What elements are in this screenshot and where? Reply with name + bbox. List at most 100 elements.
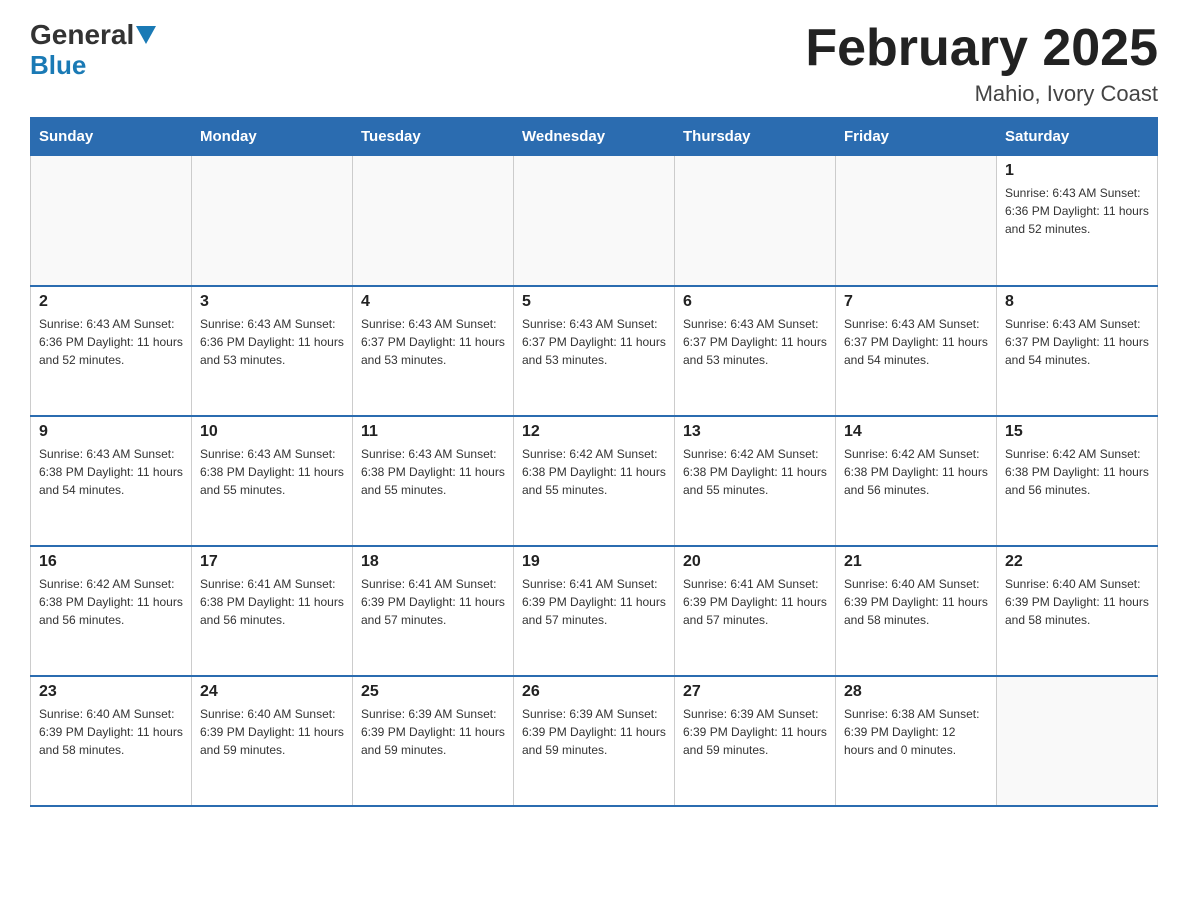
table-row: 15 Sunrise: 6:42 AM Sunset: 6:38 PM Dayli… — [997, 416, 1158, 546]
day-number: 22 — [1005, 553, 1149, 571]
col-sunday: Sunday — [31, 118, 192, 156]
day-number: 13 — [683, 423, 827, 441]
table-row — [997, 676, 1158, 806]
col-tuesday: Tuesday — [353, 118, 514, 156]
table-row: 18 Sunrise: 6:41 AM Sunset: 6:39 PM Dayli… — [353, 546, 514, 676]
calendar-week-row: 1 Sunrise: 6:43 AM Sunset: 6:36 PM Daylig… — [31, 156, 1158, 286]
table-row: 24 Sunrise: 6:40 AM Sunset: 6:39 PM Dayli… — [192, 676, 353, 806]
day-info: Sunrise: 6:41 AM Sunset: 6:39 PM Dayligh… — [361, 575, 505, 629]
table-row: 20 Sunrise: 6:41 AM Sunset: 6:39 PM Dayli… — [675, 546, 836, 676]
day-number: 11 — [361, 423, 505, 441]
table-row: 8 Sunrise: 6:43 AM Sunset: 6:37 PM Daylig… — [997, 286, 1158, 416]
day-info: Sunrise: 6:43 AM Sunset: 6:38 PM Dayligh… — [200, 445, 344, 499]
day-number: 28 — [844, 683, 988, 701]
day-number: 10 — [200, 423, 344, 441]
table-row — [353, 156, 514, 286]
day-number: 19 — [522, 553, 666, 571]
table-row: 4 Sunrise: 6:43 AM Sunset: 6:37 PM Daylig… — [353, 286, 514, 416]
table-row: 7 Sunrise: 6:43 AM Sunset: 6:37 PM Daylig… — [836, 286, 997, 416]
day-number: 17 — [200, 553, 344, 571]
day-number: 21 — [844, 553, 988, 571]
col-wednesday: Wednesday — [514, 118, 675, 156]
day-info: Sunrise: 6:43 AM Sunset: 6:38 PM Dayligh… — [39, 445, 183, 499]
day-info: Sunrise: 6:43 AM Sunset: 6:37 PM Dayligh… — [683, 315, 827, 369]
day-info: Sunrise: 6:42 AM Sunset: 6:38 PM Dayligh… — [683, 445, 827, 499]
day-number: 16 — [39, 553, 183, 571]
page-header: General Blue February 2025 Mahio, Ivory … — [30, 20, 1158, 107]
day-number: 4 — [361, 293, 505, 311]
day-info: Sunrise: 6:40 AM Sunset: 6:39 PM Dayligh… — [200, 705, 344, 759]
day-number: 6 — [683, 293, 827, 311]
day-info: Sunrise: 6:39 AM Sunset: 6:39 PM Dayligh… — [361, 705, 505, 759]
day-number: 27 — [683, 683, 827, 701]
table-row: 11 Sunrise: 6:43 AM Sunset: 6:38 PM Dayli… — [353, 416, 514, 546]
day-number: 20 — [683, 553, 827, 571]
location-title: Mahio, Ivory Coast — [805, 81, 1158, 107]
day-number: 5 — [522, 293, 666, 311]
calendar-header-row: Sunday Monday Tuesday Wednesday Thursday… — [31, 118, 1158, 156]
logo-general: General — [30, 20, 156, 51]
col-friday: Friday — [836, 118, 997, 156]
table-row: 19Sunrise: 6:41 AM Sunset: 6:39 PM Dayli… — [514, 546, 675, 676]
day-number: 24 — [200, 683, 344, 701]
logo: General Blue — [30, 20, 156, 79]
day-info: Sunrise: 6:43 AM Sunset: 6:36 PM Dayligh… — [200, 315, 344, 369]
table-row: 10 Sunrise: 6:43 AM Sunset: 6:38 PM Dayli… — [192, 416, 353, 546]
col-monday: Monday — [192, 118, 353, 156]
day-number: 26 — [522, 683, 666, 701]
table-row — [836, 156, 997, 286]
day-info: Sunrise: 6:40 AM Sunset: 6:39 PM Dayligh… — [844, 575, 988, 629]
col-thursday: Thursday — [675, 118, 836, 156]
day-number: 1 — [1005, 162, 1149, 180]
logo-blue: Blue — [30, 51, 156, 80]
day-info: Sunrise: 6:42 AM Sunset: 6:38 PM Dayligh… — [844, 445, 988, 499]
table-row: 25 Sunrise: 6:39 AM Sunset: 6:39 PM Dayli… — [353, 676, 514, 806]
day-number: 8 — [1005, 293, 1149, 311]
day-info: Sunrise: 6:42 AM Sunset: 6:38 PM Dayligh… — [39, 575, 183, 629]
day-number: 9 — [39, 423, 183, 441]
table-row: 6 Sunrise: 6:43 AM Sunset: 6:37 PM Daylig… — [675, 286, 836, 416]
table-row: 14 Sunrise: 6:42 AM Sunset: 6:38 PM Dayli… — [836, 416, 997, 546]
day-info: Sunrise: 6:41 AM Sunset: 6:39 PM Dayligh… — [683, 575, 827, 629]
day-info: Sunrise: 6:39 AM Sunset: 6:39 PM Dayligh… — [522, 705, 666, 759]
day-number: 7 — [844, 293, 988, 311]
table-row: 9 Sunrise: 6:43 AM Sunset: 6:38 PM Daylig… — [31, 416, 192, 546]
day-info: Sunrise: 6:43 AM Sunset: 6:37 PM Dayligh… — [1005, 315, 1149, 369]
table-row — [514, 156, 675, 286]
table-row — [192, 156, 353, 286]
table-row: 12 Sunrise: 6:42 AM Sunset: 6:38 PM Dayli… — [514, 416, 675, 546]
day-info: Sunrise: 6:43 AM Sunset: 6:38 PM Dayligh… — [361, 445, 505, 499]
table-row: 2Sunrise: 6:43 AM Sunset: 6:36 PM Daylig… — [31, 286, 192, 416]
day-info: Sunrise: 6:43 AM Sunset: 6:37 PM Dayligh… — [844, 315, 988, 369]
table-row: 1 Sunrise: 6:43 AM Sunset: 6:36 PM Daylig… — [997, 156, 1158, 286]
day-info: Sunrise: 6:40 AM Sunset: 6:39 PM Dayligh… — [39, 705, 183, 759]
day-number: 15 — [1005, 423, 1149, 441]
table-row: 21 Sunrise: 6:40 AM Sunset: 6:39 PM Dayli… — [836, 546, 997, 676]
table-row: 28Sunrise: 6:38 AM Sunset: 6:39 PM Dayli… — [836, 676, 997, 806]
day-info: Sunrise: 6:42 AM Sunset: 6:38 PM Dayligh… — [522, 445, 666, 499]
table-row: 17 Sunrise: 6:41 AM Sunset: 6:38 PM Dayli… — [192, 546, 353, 676]
logo-arrow-icon — [136, 26, 156, 48]
day-number: 3 — [200, 293, 344, 311]
calendar-week-row: 23Sunrise: 6:40 AM Sunset: 6:39 PM Dayli… — [31, 676, 1158, 806]
day-number: 14 — [844, 423, 988, 441]
day-number: 2 — [39, 293, 183, 311]
table-row: 13 Sunrise: 6:42 AM Sunset: 6:38 PM Dayli… — [675, 416, 836, 546]
day-number: 18 — [361, 553, 505, 571]
day-info: Sunrise: 6:43 AM Sunset: 6:37 PM Dayligh… — [361, 315, 505, 369]
calendar-week-row: 16 Sunrise: 6:42 AM Sunset: 6:38 PM Dayli… — [31, 546, 1158, 676]
table-row: 23Sunrise: 6:40 AM Sunset: 6:39 PM Dayli… — [31, 676, 192, 806]
calendar-table: Sunday Monday Tuesday Wednesday Thursday… — [30, 117, 1158, 807]
title-section: February 2025 Mahio, Ivory Coast — [805, 20, 1158, 107]
calendar-week-row: 2 Sunrise: 6:43 AM Sunset: 6:36 PM Daylig… — [31, 286, 1158, 416]
day-info: Sunrise: 6:43 AM Sunset: 6:36 PM Dayligh… — [1005, 184, 1149, 238]
day-number: 25 — [361, 683, 505, 701]
day-info: Sunrise: 6:40 AM Sunset: 6:39 PM Dayligh… — [1005, 575, 1149, 629]
day-info: Sunrise: 6:41 AM Sunset: 6:38 PM Dayligh… — [200, 575, 344, 629]
table-row: 26 Sunrise: 6:39 AM Sunset: 6:39 PM Dayli… — [514, 676, 675, 806]
col-saturday: Saturday — [997, 118, 1158, 156]
day-info: Sunrise: 6:39 AM Sunset: 6:39 PM Dayligh… — [683, 705, 827, 759]
day-number: 12 — [522, 423, 666, 441]
day-info: Sunrise: 6:43 AM Sunset: 6:37 PM Dayligh… — [522, 315, 666, 369]
day-info: Sunrise: 6:42 AM Sunset: 6:38 PM Dayligh… — [1005, 445, 1149, 499]
